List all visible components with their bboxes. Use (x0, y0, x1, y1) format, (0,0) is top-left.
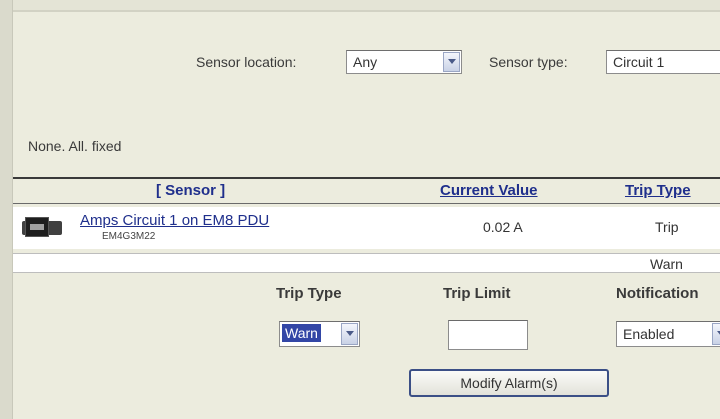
current-value-cell: 0.02 A (483, 219, 523, 235)
notification-select-value: Enabled (623, 326, 675, 342)
trip-type-cell-warn: Warn (650, 256, 683, 272)
notification-dropdown-button[interactable] (712, 323, 720, 345)
trip-type-cell-trip: Trip (655, 219, 679, 235)
status-text: None. All. fixed (28, 138, 122, 154)
sensor-id: EM4G3M22 (102, 231, 156, 242)
sensor-location-value: Any (353, 54, 378, 70)
modify-alarms-button[interactable]: Modify Alarm(s) (409, 369, 609, 397)
chevron-down-icon (346, 331, 354, 336)
sensor-type-value: Circuit 1 (613, 54, 665, 70)
trip-limit-input[interactable] (448, 320, 528, 350)
trip-type-column-header[interactable]: Trip Type (625, 182, 691, 199)
sensor-header-text[interactable]: [ Sensor ] (156, 182, 225, 199)
trip-type-select-value: Warn (282, 324, 321, 342)
trip-type-label: Trip Type (276, 285, 342, 302)
sensor-type-label: Sensor type: (489, 54, 568, 70)
table-top-rule (13, 177, 720, 179)
sensor-column-header[interactable]: [ Sensor ] (156, 182, 225, 199)
pdu-device-icon (22, 217, 62, 237)
table-row (13, 253, 720, 273)
sensor-location-label: Sensor location: (196, 54, 297, 70)
sensor-link[interactable]: Amps Circuit 1 on EM8 PDU (80, 212, 269, 229)
sensor-location-dropdown-button[interactable] (443, 52, 460, 72)
chevron-down-icon (448, 59, 456, 64)
current-value-column-header[interactable]: Current Value (440, 182, 538, 199)
window-left-frame (0, 0, 13, 419)
sensor-type-select[interactable]: Circuit 1 (606, 50, 720, 74)
window-top-frame (0, 0, 720, 12)
notification-select[interactable]: Enabled (616, 321, 720, 347)
trip-type-dropdown-button[interactable] (341, 323, 358, 345)
sensor-location-select[interactable]: Any (346, 50, 462, 74)
trip-type-select[interactable]: Warn (279, 321, 360, 347)
notification-label: Notification (616, 285, 699, 302)
trip-limit-label: Trip Limit (443, 285, 511, 302)
table-header-rule (13, 203, 720, 204)
